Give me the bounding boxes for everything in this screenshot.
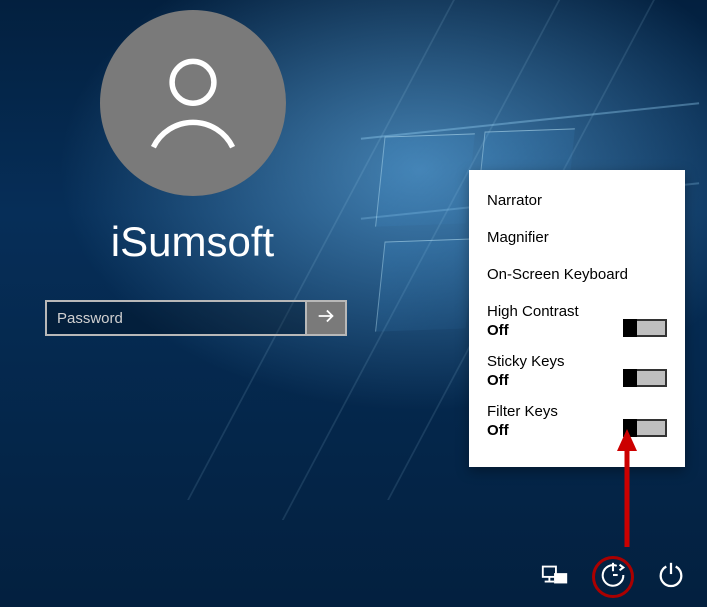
toggle-switch-high-contrast[interactable] [623, 319, 667, 337]
ease-of-access-button[interactable] [595, 559, 631, 595]
user-icon [138, 46, 248, 161]
menu-item-on-screen-keyboard[interactable]: On-Screen Keyboard [469, 256, 685, 293]
submit-button[interactable] [305, 300, 347, 336]
toggle-filter-keys: Filter Keys Off [469, 393, 685, 443]
bg-window-pane [375, 238, 475, 331]
power-button[interactable] [653, 559, 689, 595]
toggle-switch-filter-keys[interactable] [623, 419, 667, 437]
power-icon [656, 560, 686, 595]
toggle-sticky-keys: Sticky Keys Off [469, 343, 685, 393]
password-row [45, 300, 347, 336]
toggle-switch-sticky-keys[interactable] [623, 369, 667, 387]
network-icon [540, 560, 570, 595]
menu-item-label: Narrator [487, 192, 542, 209]
ease-of-access-menu: Narrator Magnifier On-Screen Keyboard Hi… [469, 170, 685, 467]
menu-item-magnifier[interactable]: Magnifier [469, 219, 685, 256]
toggle-label: Filter Keys [487, 403, 667, 420]
bg-window-pane [375, 133, 475, 226]
username-label: iSumsoft [0, 218, 385, 266]
menu-item-label: Magnifier [487, 229, 549, 246]
user-avatar [100, 10, 286, 196]
toggle-label: High Contrast [487, 303, 667, 320]
arrow-right-icon [315, 305, 337, 332]
menu-item-narrator[interactable]: Narrator [469, 182, 685, 219]
menu-item-label: On-Screen Keyboard [487, 266, 628, 283]
password-input[interactable] [45, 300, 305, 336]
toggle-label: Sticky Keys [487, 353, 667, 370]
network-button[interactable] [537, 559, 573, 595]
toggle-high-contrast: High Contrast Off [469, 293, 685, 343]
lockscreen-taskbar [537, 559, 689, 595]
annotation-circle [592, 556, 634, 598]
